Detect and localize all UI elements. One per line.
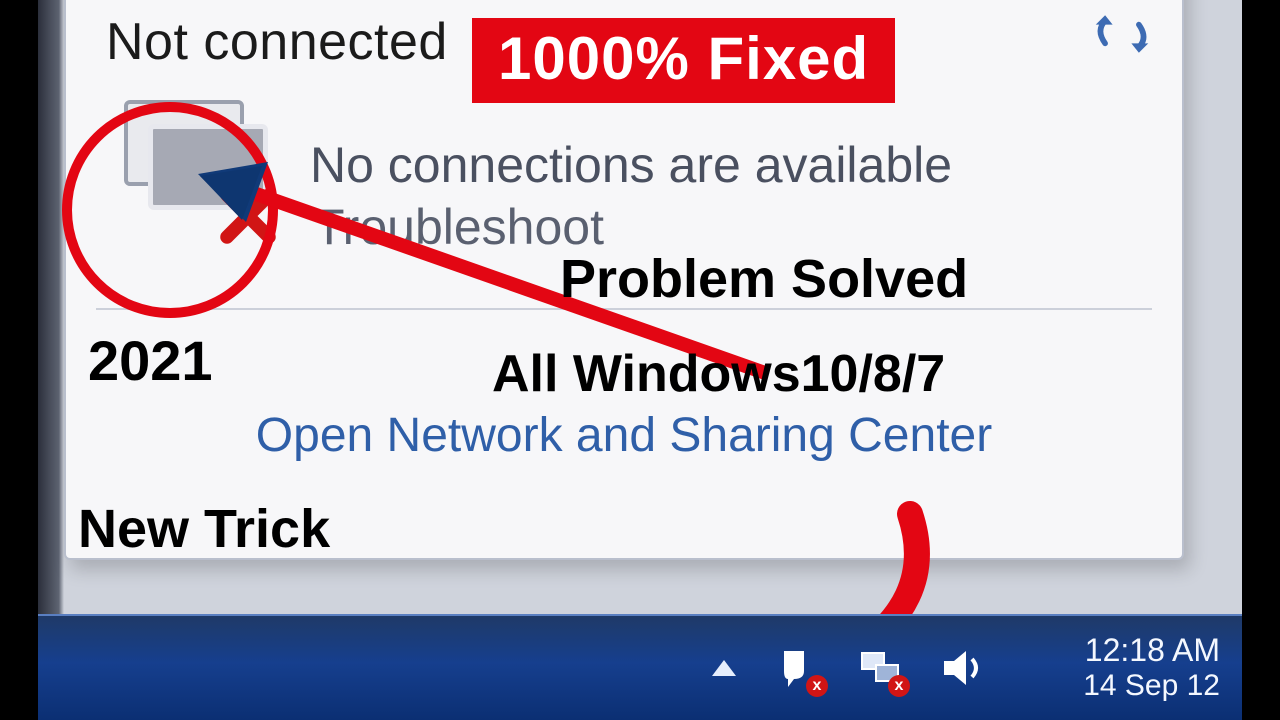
- network-tray-badge: x: [888, 675, 910, 697]
- refresh-icon[interactable]: [1092, 10, 1152, 58]
- annotation-fixed: 1000% Fixed: [472, 18, 895, 103]
- action-center-icon[interactable]: x: [774, 643, 824, 693]
- annotation-year: 2021: [88, 328, 213, 393]
- clock-date: 14 Sep 12: [1020, 669, 1220, 704]
- clock-time: 12:18 AM: [1020, 632, 1220, 669]
- show-hidden-icons-icon[interactable]: [706, 650, 742, 686]
- annotation-solved: Problem Solved: [560, 248, 968, 310]
- taskbar-clock[interactable]: 12:18 AM 14 Sep 12: [1020, 632, 1220, 703]
- annotation-trick: New Trick: [78, 498, 330, 560]
- x-icon: [218, 186, 278, 246]
- taskbar: x x 12:18 AM 14 Sep 12: [38, 614, 1242, 720]
- network-status-text: No connections are available: [310, 136, 952, 194]
- network-flyout-title: Not connected: [106, 12, 448, 72]
- system-tray: x x 12:18 AM 14 Sep 12: [706, 632, 1242, 703]
- action-center-badge: x: [806, 675, 828, 697]
- left-edge-strip: [38, 0, 64, 720]
- open-network-center-link[interactable]: Open Network and Sharing Center: [66, 408, 1182, 463]
- annotation-windows: All Windows10/8/7: [492, 344, 945, 404]
- volume-icon[interactable]: [938, 643, 988, 693]
- stage: Not connected No connections: [0, 0, 1280, 720]
- network-disconnected-icon: [106, 90, 286, 240]
- network-tray-icon[interactable]: x: [856, 643, 906, 693]
